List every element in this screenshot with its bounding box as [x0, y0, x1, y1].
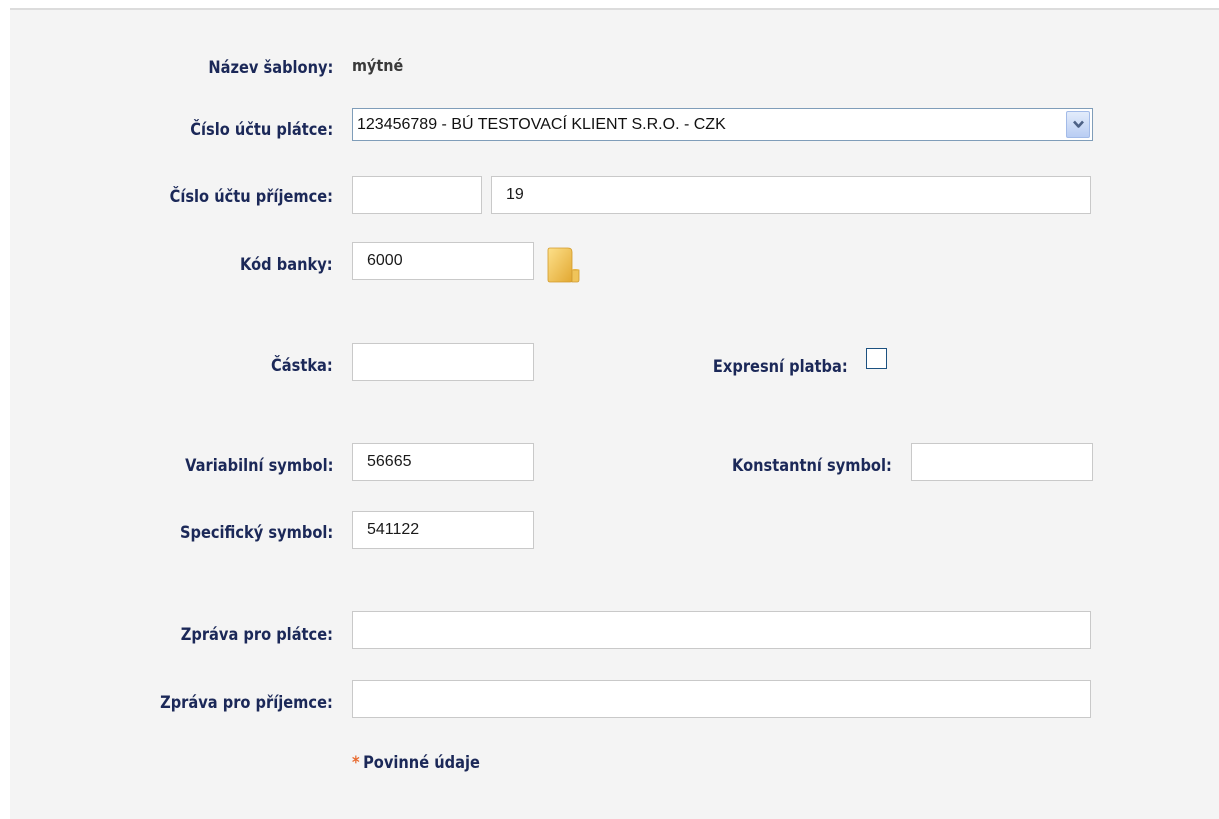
- template-name-value: mýtné: [352, 56, 404, 75]
- specific-symbol-input[interactable]: 541122: [352, 511, 534, 549]
- constant-symbol-input[interactable]: [911, 443, 1093, 481]
- payer-account-selected-value: 123456789 - BÚ TESTOVACÍ KLIENT S.R.O. -…: [357, 116, 726, 133]
- specific-symbol-label: Specifický symbol:: [179, 523, 333, 543]
- amount-input[interactable]: [352, 343, 534, 381]
- express-payment-checkbox[interactable]: [866, 348, 887, 369]
- bank-code-input[interactable]: 6000: [352, 242, 534, 280]
- required-fields-text: Povinné údaje: [363, 753, 480, 773]
- payer-account-select[interactable]: 123456789 - BÚ TESTOVACÍ KLIENT S.R.O. -…: [352, 108, 1093, 141]
- variable-symbol-label: Variabilní symbol:: [184, 456, 333, 476]
- express-payment-label: Expresní platba:: [713, 357, 848, 377]
- required-fields-note: * Povinné údaje: [352, 752, 480, 774]
- required-star: *: [352, 753, 360, 773]
- folder-icon[interactable]: [546, 246, 582, 284]
- template-name-label: Název šablony:: [207, 58, 333, 78]
- payer-account-label: Číslo účtu plátce:: [190, 120, 333, 140]
- folder-icon-graphic: [547, 247, 580, 283]
- bank-code-label: Kód banky:: [240, 255, 333, 275]
- payee-message-input[interactable]: [352, 680, 1091, 718]
- chevron-down-icon[interactable]: [1066, 111, 1090, 138]
- variable-symbol-input[interactable]: 56665: [352, 443, 534, 481]
- constant-symbol-label: Konstantní symbol:: [732, 456, 892, 476]
- payee-account-label: Číslo účtu příjemce:: [169, 187, 333, 207]
- payee-account-prefix-input[interactable]: [352, 176, 482, 214]
- chevron-down-glyph: [1073, 120, 1084, 128]
- payer-message-input[interactable]: [352, 611, 1091, 649]
- amount-label: Částka:: [271, 356, 333, 376]
- payee-message-label: Zpráva pro příjemce:: [160, 693, 333, 713]
- payee-account-number-input[interactable]: 19: [491, 176, 1091, 214]
- payer-message-label: Zpráva pro plátce:: [180, 625, 333, 645]
